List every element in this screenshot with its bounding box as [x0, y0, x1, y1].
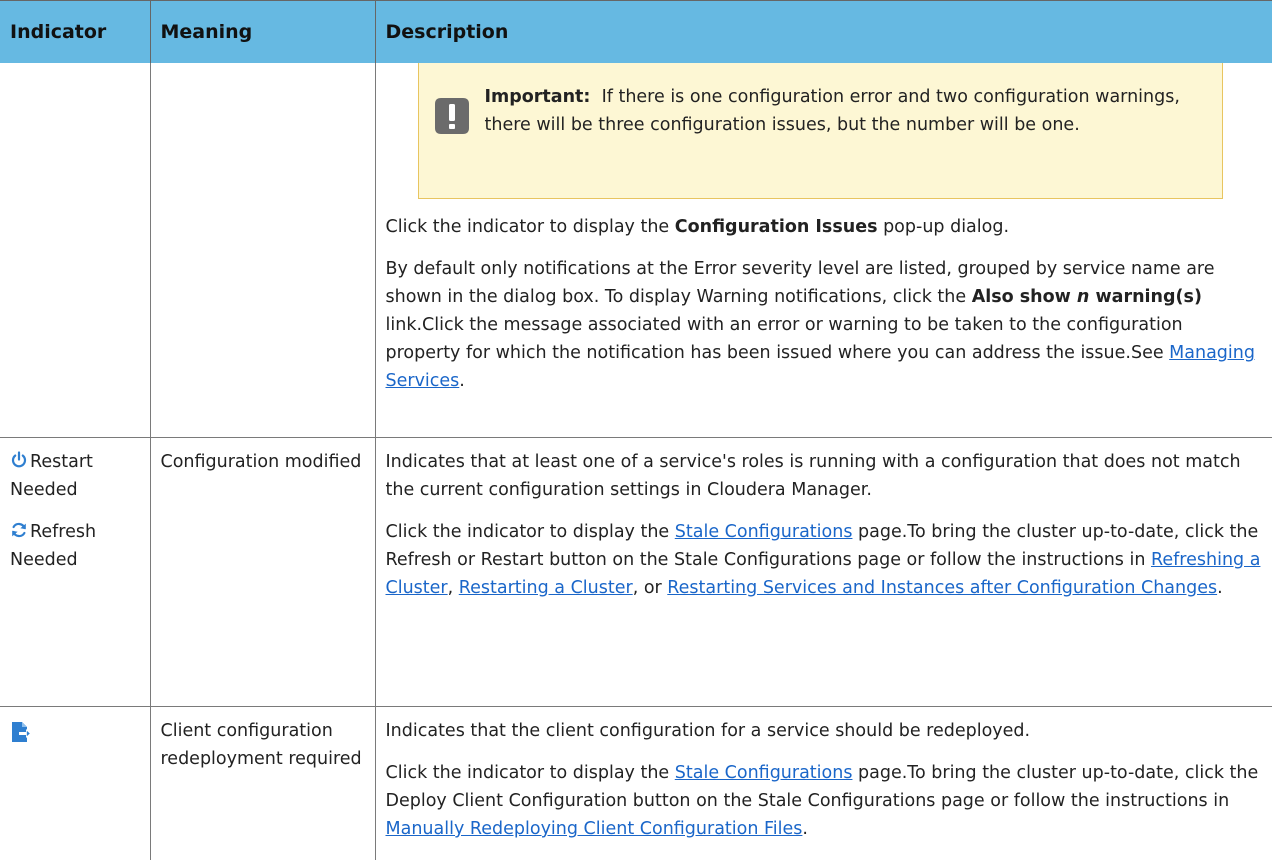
power-icon [10, 451, 28, 469]
description-paragraph: Click the indicator to display the Stale… [386, 518, 1263, 602]
refresh-needed-indicator[interactable]: Refresh Needed [10, 518, 140, 574]
indicator-cell [0, 707, 150, 860]
table-row: Important: If there is one configuration… [0, 63, 1272, 438]
description-paragraph: Click the indicator to display the Stale… [386, 759, 1263, 843]
manually-redeploying-link[interactable]: Manually Redeploying Client Configuratio… [386, 819, 803, 839]
client-config-redeploy-icon[interactable] [10, 721, 32, 743]
description-paragraph: Click the indicator to display the Confi… [386, 213, 1259, 241]
bold-text: Configuration Issues [675, 217, 878, 237]
indicator-table: Indicator Meaning Description Important: [0, 0, 1272, 860]
table-header-row: Indicator Meaning Description [0, 1, 1272, 64]
description-paragraph: Indicates that at least one of a service… [386, 448, 1263, 504]
description-cell: Important: If there is one configuration… [375, 63, 1272, 438]
text-span: pop-up dialog. [878, 217, 1010, 237]
meaning-text: Client configuration redeployment requir… [161, 717, 365, 773]
description-cell: Indicates that the client configuration … [375, 707, 1272, 860]
stale-configurations-link[interactable]: Stale Configurations [675, 763, 853, 783]
text-span: Click the indicator to display the [386, 217, 675, 237]
bold-span: warning(s) [1089, 287, 1202, 307]
indicator-cell: Restart Needed Refresh Needed [0, 438, 150, 707]
meaning-cell [150, 63, 375, 438]
restarting-cluster-link[interactable]: Restarting a Cluster [459, 578, 633, 598]
table-row: Client configuration redeployment requir… [0, 707, 1272, 860]
text-span: . [802, 819, 808, 839]
description-cell: Indicates that at least one of a service… [375, 438, 1272, 707]
meaning-text: Configuration modified [161, 448, 365, 476]
restarting-services-link[interactable]: Restarting Services and Instances after … [667, 578, 1217, 598]
important-icon [433, 96, 471, 136]
important-label: Important: [485, 87, 591, 107]
bold-text: Also show n warning(s) [972, 287, 1202, 307]
indicator-cell [0, 63, 150, 438]
text-span: link.Click the message associated with a… [386, 315, 1183, 363]
refresh-icon [10, 521, 28, 539]
bold-span: Also show [972, 287, 1077, 307]
text-span: . [459, 371, 465, 391]
text-span: . [1217, 578, 1223, 598]
text-span: Click the indicator to display the [386, 763, 675, 783]
important-text: Important: If there is one configuration… [485, 83, 1194, 139]
header-description: Description [375, 1, 1272, 64]
stale-configurations-link[interactable]: Stale Configurations [675, 522, 853, 542]
text-span: Click the indicator to display the [386, 522, 675, 542]
text-span: , [448, 578, 459, 598]
italic-text: n [1077, 287, 1089, 307]
restart-needed-indicator[interactable]: Restart Needed [10, 448, 140, 504]
text-span: , or [633, 578, 668, 598]
table-row: Restart Needed Refresh Needed Configurat… [0, 438, 1272, 707]
header-indicator: Indicator [0, 1, 150, 64]
header-meaning: Meaning [150, 1, 375, 64]
description-paragraph: By default only notifications at the Err… [386, 255, 1259, 395]
meaning-cell: Configuration modified [150, 438, 375, 707]
description-paragraph: Indicates that the client configuration … [386, 717, 1263, 745]
meaning-cell: Client configuration redeployment requir… [150, 707, 375, 860]
important-note: Important: If there is one configuration… [418, 63, 1223, 199]
